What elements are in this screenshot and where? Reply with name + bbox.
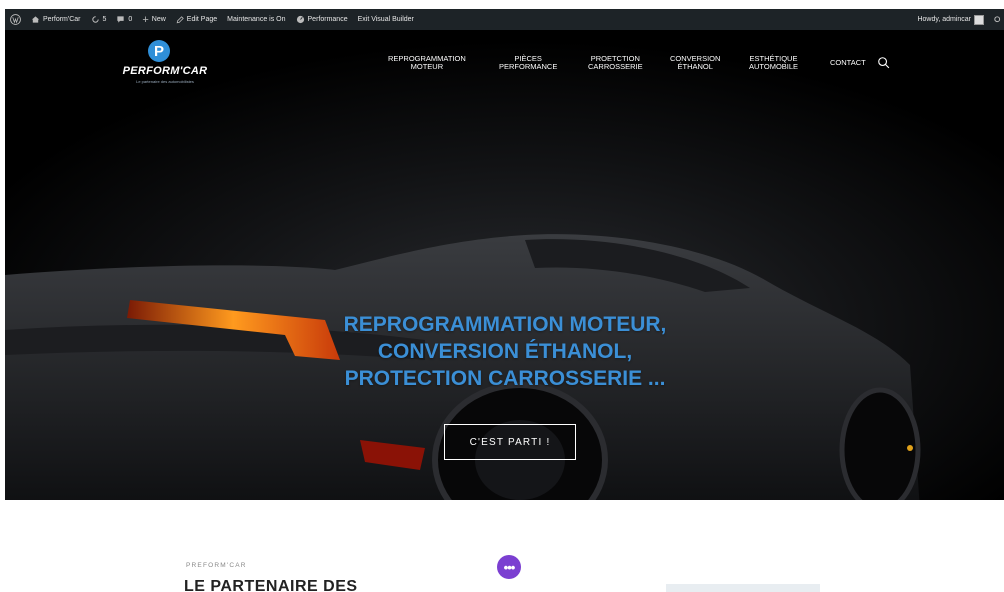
account-menu[interactable]: Howdy, admincar: [912, 9, 989, 30]
site-name-menu[interactable]: Perform'Car: [26, 9, 86, 30]
updates-menu[interactable]: 5: [86, 9, 112, 30]
comments-count: 0: [128, 16, 133, 23]
nav-item-contact[interactable]: CONTACT: [830, 59, 866, 67]
nav-item-conversion-ethanol[interactable]: CONVERSION ÉTHANOL: [670, 55, 720, 71]
logo-mark: P: [148, 40, 170, 62]
wordpress-logo-menu[interactable]: [5, 9, 26, 30]
logo-tagline: Le partenaire des automobilistes: [136, 79, 194, 84]
search-icon: [994, 15, 1001, 22]
howdy-label: Howdy, admincar: [917, 16, 971, 23]
logo-name: PERFORM'CAR: [122, 65, 208, 77]
home-icon: [31, 16, 40, 23]
builder-options-button[interactable]: •••: [497, 555, 521, 579]
performance-menu[interactable]: Performance: [291, 9, 353, 30]
new-content-menu[interactable]: + New: [137, 9, 170, 30]
updates-count: 5: [102, 16, 107, 23]
pencil-icon: [176, 15, 184, 23]
maintenance-label: Maintenance is On: [227, 16, 286, 23]
hero-section: P PERFORM'CAR Le partenaire des automobi…: [5, 30, 1004, 510]
comment-icon: [117, 16, 125, 23]
maintenance-menu[interactable]: Maintenance is On: [222, 9, 290, 30]
exit-builder-label: Exit Visual Builder: [357, 16, 414, 23]
nav-item-pieces-performance[interactable]: PIÈCES PERFORMANCE: [499, 55, 557, 71]
avatar: [974, 14, 984, 25]
gauge-icon: [296, 15, 304, 24]
new-label: New: [151, 16, 166, 23]
headline-line: CONVERSION ÉTHANOL,: [377, 339, 633, 363]
exit-visual-builder[interactable]: Exit Visual Builder: [353, 9, 419, 30]
section-image: [666, 584, 820, 592]
edit-page-menu[interactable]: Edit Page: [171, 9, 222, 30]
nav-item-esthetique-automobile[interactable]: ESTHÉTIQUE AUTOMOBILE: [749, 55, 798, 71]
edit-page-label: Edit Page: [186, 16, 218, 23]
search-icon[interactable]: [877, 56, 891, 70]
site-logo[interactable]: P PERFORM'CAR Le partenaire des automobi…: [117, 40, 213, 88]
headline-line: PROTECTION CARROSSERIE ...: [344, 366, 666, 390]
more-dots-icon: •••: [503, 559, 516, 575]
wordpress-icon: [10, 14, 21, 25]
nav-item-reprogrammation-moteur[interactable]: REPROGRAMMATION MOTEUR: [388, 55, 466, 71]
nav-item-protection-carrosserie[interactable]: PROETCTION CARROSSERIE: [588, 55, 643, 71]
site-name: Perform'Car: [43, 16, 81, 23]
wp-admin-bar: Perform'Car 5 0 + New Edit Page Maintena…: [5, 9, 1004, 30]
section-title: LE PARTENAIRE DES: [184, 578, 358, 592]
section-eyebrow: PREFORM'CAR: [186, 562, 247, 569]
cta-button[interactable]: C'EST PARTI !: [444, 424, 576, 460]
page: Perform'Car 5 0 + New Edit Page Maintena…: [0, 0, 1004, 592]
admin-search[interactable]: [989, 9, 1004, 30]
refresh-icon: [91, 16, 99, 23]
performance-label: Performance: [307, 16, 348, 23]
plus-icon: +: [142, 13, 149, 26]
hero-headline: REPROGRAMMATION MOTEUR, CONVERSION ÉTHAN…: [255, 312, 755, 393]
comments-menu[interactable]: 0: [111, 9, 137, 30]
headline-line: REPROGRAMMATION MOTEUR,: [343, 313, 667, 336]
